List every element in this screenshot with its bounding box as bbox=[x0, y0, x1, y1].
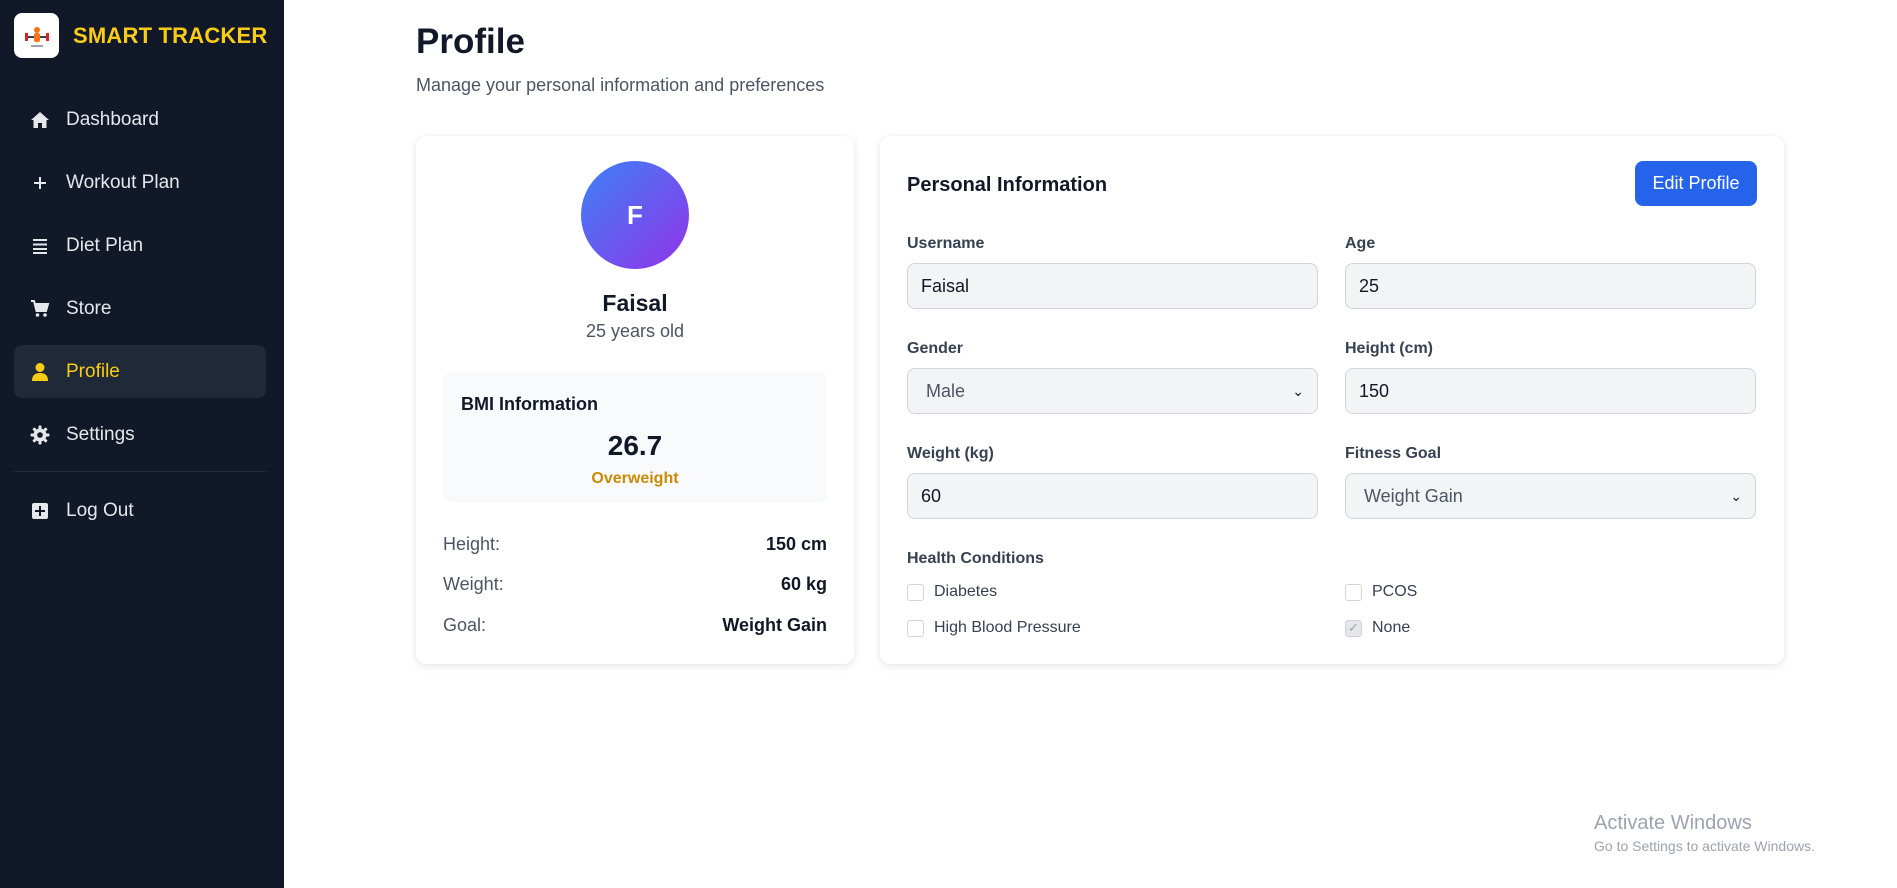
checkmark-icon[interactable]: ✓ bbox=[1345, 619, 1362, 637]
sidebar-divider bbox=[14, 471, 266, 472]
fitness-goal-select[interactable]: Weight Gain ⌄ bbox=[1345, 473, 1756, 519]
checkbox-label: High Blood Pressure bbox=[934, 619, 1081, 636]
logout-label: Log Out bbox=[66, 499, 134, 521]
sidebar-nav: Dashboard Workout Plan Diet Plan Store P… bbox=[14, 93, 266, 547]
stat-label: Weight: bbox=[443, 574, 504, 594]
edit-profile-button[interactable]: Edit Profile bbox=[1635, 161, 1757, 206]
checkbox-high-blood-pressure[interactable]: High Blood Pressure bbox=[907, 619, 1081, 637]
username-field-group: Username Faisal bbox=[907, 235, 1318, 309]
field-value: 150 bbox=[1359, 380, 1390, 401]
gender-select[interactable]: Male ⌄ bbox=[907, 368, 1318, 414]
checkbox-pcos[interactable]: PCOS bbox=[1345, 583, 1417, 601]
health-conditions-label: Health Conditions bbox=[907, 550, 1044, 567]
watermark-title: Activate Windows bbox=[1594, 812, 1752, 834]
sidebar-item-label: Profile bbox=[66, 360, 120, 382]
field-value: 60 bbox=[921, 485, 942, 506]
chevron-down-icon: ⌄ bbox=[1292, 382, 1304, 399]
dumbbell-logo-icon bbox=[14, 13, 59, 58]
user-name: Faisal bbox=[602, 290, 668, 316]
username-field[interactable]: Faisal bbox=[907, 263, 1318, 309]
stat-value: Weight Gain bbox=[722, 615, 827, 635]
sidebar-item-settings[interactable]: Settings bbox=[14, 408, 266, 461]
stat-label: Height: bbox=[443, 534, 501, 554]
plus-icon bbox=[28, 171, 52, 195]
sidebar-item-label: Workout Plan bbox=[66, 171, 180, 193]
logout-icon bbox=[28, 499, 52, 523]
bmi-panel: BMI Information 26.7 Overweight bbox=[443, 372, 827, 502]
checkbox-label: Diabetes bbox=[934, 583, 998, 600]
field-label: Gender bbox=[907, 340, 964, 357]
cart-icon bbox=[28, 297, 52, 321]
height-field[interactable]: 150 bbox=[1345, 368, 1756, 414]
checkbox-none[interactable]: ✓ None bbox=[1345, 619, 1410, 637]
age-field-group: Age 25 bbox=[1345, 235, 1756, 309]
watermark-subtitle: Go to Settings to activate Windows. bbox=[1594, 838, 1815, 854]
stat-value: 150 cm bbox=[765, 534, 827, 554]
section-title: Personal Information bbox=[907, 174, 1108, 196]
sidebar-item-label: Dashboard bbox=[66, 108, 159, 130]
sidebar-item-diet-plan[interactable]: Diet Plan bbox=[14, 219, 266, 272]
profile-summary-card: F Faisal 25 years old BMI Information 26… bbox=[416, 136, 854, 664]
sidebar-item-workout-plan[interactable]: Workout Plan bbox=[14, 156, 266, 209]
field-label: Username bbox=[907, 235, 985, 252]
avatar: F bbox=[581, 161, 689, 269]
checkbox-box[interactable] bbox=[907, 583, 924, 601]
user-icon bbox=[28, 360, 52, 384]
sidebar-item-dashboard[interactable]: Dashboard bbox=[14, 93, 266, 146]
activate-windows-watermark: Activate Windows Go to Settings to activ… bbox=[1594, 812, 1815, 854]
list-icon bbox=[28, 234, 52, 258]
home-icon bbox=[28, 108, 52, 132]
field-label: Fitness Goal bbox=[1345, 445, 1442, 462]
gender-field-group: Gender Male ⌄ bbox=[907, 340, 1318, 414]
stat-row-goal: Goal: Weight Gain bbox=[443, 615, 827, 636]
gear-icon bbox=[28, 423, 52, 447]
fitness-goal-field-group: Fitness Goal Weight Gain ⌄ bbox=[1345, 445, 1756, 519]
chevron-down-icon: ⌄ bbox=[1730, 487, 1742, 504]
checkbox-diabetes[interactable]: Diabetes bbox=[907, 583, 997, 601]
page-title: Profile bbox=[416, 22, 525, 61]
stat-value: 60 kg bbox=[780, 574, 827, 594]
weight-field[interactable]: 60 bbox=[907, 473, 1318, 519]
logout-button[interactable]: Log Out bbox=[14, 484, 266, 537]
bmi-title: BMI Information bbox=[461, 394, 598, 414]
stat-row-weight: Weight: 60 kg bbox=[443, 574, 827, 595]
brand-name: SMART TRACKER bbox=[73, 22, 268, 48]
field-value: Weight Gain bbox=[1364, 485, 1463, 506]
sidebar-item-profile[interactable]: Profile bbox=[14, 345, 266, 398]
checkbox-box[interactable] bbox=[907, 619, 924, 637]
personal-info-card: Personal Information Edit Profile Userna… bbox=[880, 136, 1784, 664]
stat-label: Goal: bbox=[443, 615, 487, 635]
weight-field-group: Weight (kg) 60 bbox=[907, 445, 1318, 519]
field-label: Age bbox=[1345, 235, 1376, 252]
field-value: Male bbox=[926, 380, 966, 401]
age-field[interactable]: 25 bbox=[1345, 263, 1756, 309]
bmi-status: Overweight bbox=[591, 470, 679, 487]
field-value: Faisal bbox=[921, 275, 970, 296]
brand[interactable]: SMART TRACKER bbox=[14, 13, 267, 58]
sidebar-item-label: Diet Plan bbox=[66, 234, 144, 256]
checkbox-box[interactable] bbox=[1345, 583, 1362, 601]
sidebar: SMART TRACKER Dashboard Workout Plan Die… bbox=[0, 0, 284, 888]
bmi-value: 26.7 bbox=[607, 430, 663, 461]
sidebar-item-store[interactable]: Store bbox=[14, 282, 266, 335]
page-subtitle: Manage your personal information and pre… bbox=[416, 75, 825, 95]
stat-row-height: Height: 150 cm bbox=[443, 534, 827, 555]
checkbox-label: None bbox=[1372, 619, 1411, 636]
sidebar-item-label: Store bbox=[66, 297, 112, 319]
user-age: 25 years old bbox=[585, 321, 685, 341]
sidebar-item-label: Settings bbox=[66, 423, 135, 445]
field-value: 25 bbox=[1359, 275, 1380, 296]
field-label: Weight (kg) bbox=[907, 445, 994, 462]
height-field-group: Height (cm) 150 bbox=[1345, 340, 1756, 414]
field-label: Height (cm) bbox=[1345, 340, 1433, 357]
checkbox-label: PCOS bbox=[1372, 583, 1418, 600]
